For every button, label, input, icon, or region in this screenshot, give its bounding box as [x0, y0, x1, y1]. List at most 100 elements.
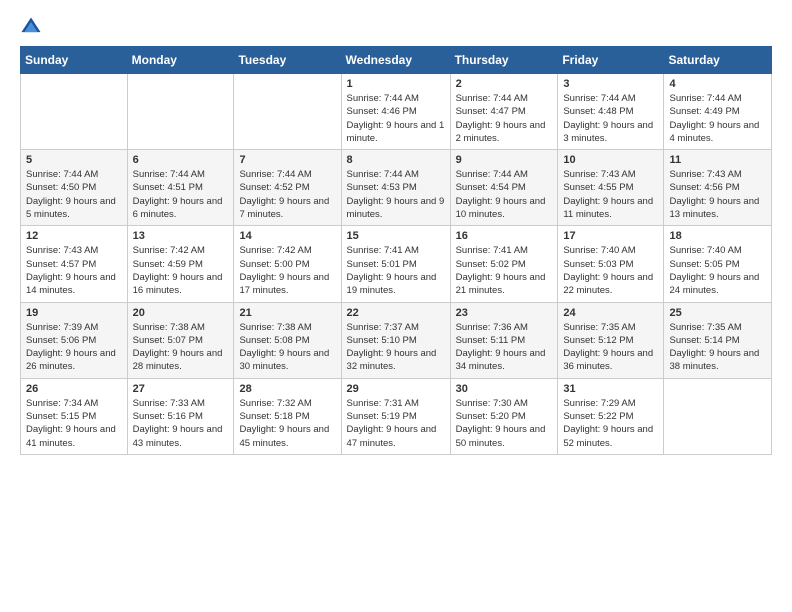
day-info: Sunrise: 7:34 AM Sunset: 5:15 PM Dayligh…: [26, 397, 122, 450]
day-info: Sunrise: 7:31 AM Sunset: 5:19 PM Dayligh…: [347, 397, 445, 450]
day-info: Sunrise: 7:40 AM Sunset: 5:05 PM Dayligh…: [669, 244, 766, 297]
calendar-cell: [664, 378, 772, 454]
calendar-cell: 3 Sunrise: 7:44 AM Sunset: 4:48 PM Daylig…: [558, 74, 664, 150]
day-number: 2: [456, 78, 553, 90]
logo-icon: [20, 16, 42, 38]
calendar-cell: 12 Sunrise: 7:43 AM Sunset: 4:57 PM Dayli…: [21, 226, 128, 302]
calendar-week-row: 19 Sunrise: 7:39 AM Sunset: 5:06 PM Dayli…: [21, 302, 772, 378]
day-info: Sunrise: 7:42 AM Sunset: 4:59 PM Dayligh…: [133, 244, 229, 297]
day-info: Sunrise: 7:33 AM Sunset: 5:16 PM Dayligh…: [133, 397, 229, 450]
day-info: Sunrise: 7:41 AM Sunset: 5:02 PM Dayligh…: [456, 244, 553, 297]
day-info: Sunrise: 7:44 AM Sunset: 4:47 PM Dayligh…: [456, 92, 553, 145]
calendar-header-wednesday: Wednesday: [341, 47, 450, 74]
calendar-cell: 19 Sunrise: 7:39 AM Sunset: 5:06 PM Dayli…: [21, 302, 128, 378]
day-info: Sunrise: 7:35 AM Sunset: 5:14 PM Dayligh…: [669, 321, 766, 374]
day-info: Sunrise: 7:29 AM Sunset: 5:22 PM Dayligh…: [563, 397, 658, 450]
day-number: 6: [133, 154, 229, 166]
calendar-cell: 15 Sunrise: 7:41 AM Sunset: 5:01 PM Dayli…: [341, 226, 450, 302]
day-number: 26: [26, 383, 122, 395]
day-number: 17: [563, 230, 658, 242]
calendar-cell: 14Sunrise: 7:42 AM Sunset: 5:00 PM Dayli…: [234, 226, 341, 302]
day-info: Sunrise: 7:44 AM Sunset: 4:53 PM Dayligh…: [347, 168, 445, 221]
calendar-cell: 18Sunrise: 7:40 AM Sunset: 5:05 PM Dayli…: [664, 226, 772, 302]
day-number: 8: [347, 154, 445, 166]
calendar-cell: 10 Sunrise: 7:43 AM Sunset: 4:55 PM Dayli…: [558, 150, 664, 226]
day-number: 27: [133, 383, 229, 395]
day-info: Sunrise: 7:44 AM Sunset: 4:49 PM Dayligh…: [669, 92, 766, 145]
day-number: 10: [563, 154, 658, 166]
day-number: 15: [347, 230, 445, 242]
day-number: 20: [133, 307, 229, 319]
day-number: 22: [347, 307, 445, 319]
calendar-week-row: 12 Sunrise: 7:43 AM Sunset: 4:57 PM Dayli…: [21, 226, 772, 302]
day-info: Sunrise: 7:42 AM Sunset: 5:00 PM Dayligh…: [239, 244, 335, 297]
calendar-week-row: 1 Sunrise: 7:44 AM Sunset: 4:46 PM Daylig…: [21, 74, 772, 150]
day-number: 9: [456, 154, 553, 166]
day-info: Sunrise: 7:37 AM Sunset: 5:10 PM Dayligh…: [347, 321, 445, 374]
day-number: 23: [456, 307, 553, 319]
calendar-cell: 4 Sunrise: 7:44 AM Sunset: 4:49 PM Daylig…: [664, 74, 772, 150]
day-number: 11: [669, 154, 766, 166]
day-info: Sunrise: 7:43 AM Sunset: 4:55 PM Dayligh…: [563, 168, 658, 221]
calendar-header-monday: Monday: [127, 47, 234, 74]
day-number: 1: [347, 78, 445, 90]
day-number: 28: [239, 383, 335, 395]
header: [20, 16, 772, 38]
day-info: Sunrise: 7:43 AM Sunset: 4:57 PM Dayligh…: [26, 244, 122, 297]
calendar-cell: 6 Sunrise: 7:44 AM Sunset: 4:51 PM Daylig…: [127, 150, 234, 226]
calendar-week-row: 26 Sunrise: 7:34 AM Sunset: 5:15 PM Dayli…: [21, 378, 772, 454]
calendar-cell: 23Sunrise: 7:36 AM Sunset: 5:11 PM Dayli…: [450, 302, 558, 378]
day-info: Sunrise: 7:35 AM Sunset: 5:12 PM Dayligh…: [563, 321, 658, 374]
calendar-cell: [127, 74, 234, 150]
day-number: 31: [563, 383, 658, 395]
day-number: 7: [239, 154, 335, 166]
day-number: 30: [456, 383, 553, 395]
day-number: 19: [26, 307, 122, 319]
day-number: 29: [347, 383, 445, 395]
day-info: Sunrise: 7:44 AM Sunset: 4:54 PM Dayligh…: [456, 168, 553, 221]
day-number: 4: [669, 78, 766, 90]
calendar-cell: 29 Sunrise: 7:31 AM Sunset: 5:19 PM Dayli…: [341, 378, 450, 454]
calendar-cell: 21Sunrise: 7:38 AM Sunset: 5:08 PM Dayli…: [234, 302, 341, 378]
day-info: Sunrise: 7:41 AM Sunset: 5:01 PM Dayligh…: [347, 244, 445, 297]
logo: [20, 16, 44, 38]
calendar-cell: 16 Sunrise: 7:41 AM Sunset: 5:02 PM Dayli…: [450, 226, 558, 302]
calendar-cell: 24 Sunrise: 7:35 AM Sunset: 5:12 PM Dayli…: [558, 302, 664, 378]
day-number: 12: [26, 230, 122, 242]
day-number: 16: [456, 230, 553, 242]
calendar-cell: 20 Sunrise: 7:38 AM Sunset: 5:07 PM Dayli…: [127, 302, 234, 378]
calendar-cell: 9 Sunrise: 7:44 AM Sunset: 4:54 PM Daylig…: [450, 150, 558, 226]
calendar-cell: 17 Sunrise: 7:40 AM Sunset: 5:03 PM Dayli…: [558, 226, 664, 302]
day-info: Sunrise: 7:43 AM Sunset: 4:56 PM Dayligh…: [669, 168, 766, 221]
calendar-cell: 5 Sunrise: 7:44 AM Sunset: 4:50 PM Daylig…: [21, 150, 128, 226]
day-info: Sunrise: 7:44 AM Sunset: 4:48 PM Dayligh…: [563, 92, 658, 145]
calendar-cell: 30 Sunrise: 7:30 AM Sunset: 5:20 PM Dayli…: [450, 378, 558, 454]
calendar-cell: 25 Sunrise: 7:35 AM Sunset: 5:14 PM Dayli…: [664, 302, 772, 378]
calendar-header-thursday: Thursday: [450, 47, 558, 74]
calendar-cell: [21, 74, 128, 150]
day-number: 3: [563, 78, 658, 90]
day-info: Sunrise: 7:40 AM Sunset: 5:03 PM Dayligh…: [563, 244, 658, 297]
calendar-cell: 7 Sunrise: 7:44 AM Sunset: 4:52 PM Daylig…: [234, 150, 341, 226]
day-info: Sunrise: 7:44 AM Sunset: 4:50 PM Dayligh…: [26, 168, 122, 221]
day-info: Sunrise: 7:30 AM Sunset: 5:20 PM Dayligh…: [456, 397, 553, 450]
day-info: Sunrise: 7:44 AM Sunset: 4:46 PM Dayligh…: [347, 92, 445, 145]
day-number: 5: [26, 154, 122, 166]
day-number: 13: [133, 230, 229, 242]
day-info: Sunrise: 7:39 AM Sunset: 5:06 PM Dayligh…: [26, 321, 122, 374]
day-info: Sunrise: 7:32 AM Sunset: 5:18 PM Dayligh…: [239, 397, 335, 450]
day-number: 24: [563, 307, 658, 319]
calendar-cell: 11 Sunrise: 7:43 AM Sunset: 4:56 PM Dayli…: [664, 150, 772, 226]
calendar-cell: 8 Sunrise: 7:44 AM Sunset: 4:53 PM Daylig…: [341, 150, 450, 226]
day-info: Sunrise: 7:44 AM Sunset: 4:52 PM Dayligh…: [239, 168, 335, 221]
day-info: Sunrise: 7:38 AM Sunset: 5:08 PM Dayligh…: [239, 321, 335, 374]
calendar-week-row: 5 Sunrise: 7:44 AM Sunset: 4:50 PM Daylig…: [21, 150, 772, 226]
day-info: Sunrise: 7:38 AM Sunset: 5:07 PM Dayligh…: [133, 321, 229, 374]
calendar-cell: 27 Sunrise: 7:33 AM Sunset: 5:16 PM Dayli…: [127, 378, 234, 454]
calendar-body: 1 Sunrise: 7:44 AM Sunset: 4:46 PM Daylig…: [21, 74, 772, 455]
calendar-table: SundayMondayTuesdayWednesdayThursdayFrid…: [20, 46, 772, 455]
calendar-header-row: SundayMondayTuesdayWednesdayThursdayFrid…: [21, 47, 772, 74]
day-number: 25: [669, 307, 766, 319]
calendar-cell: 28 Sunrise: 7:32 AM Sunset: 5:18 PM Dayli…: [234, 378, 341, 454]
day-info: Sunrise: 7:44 AM Sunset: 4:51 PM Dayligh…: [133, 168, 229, 221]
